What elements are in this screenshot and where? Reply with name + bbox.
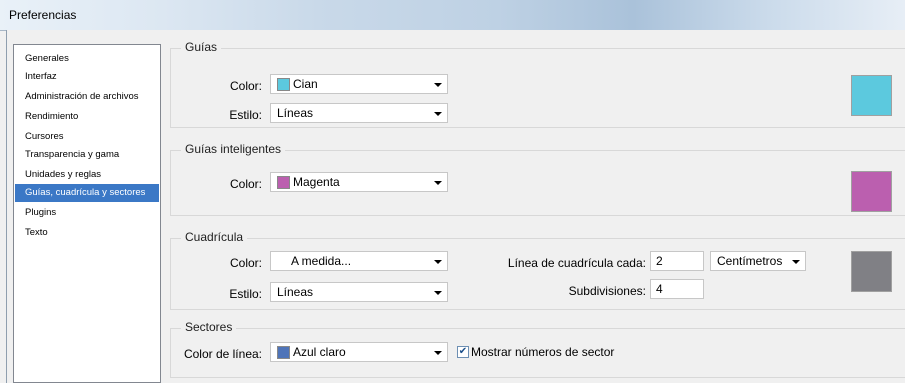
mostrar-numeros-sector-checkbox[interactable]: ✔ bbox=[457, 346, 469, 358]
sectores-legend: Sectores bbox=[181, 320, 237, 334]
sidebar-item-unidades-reglas[interactable]: Unidades y reglas bbox=[15, 166, 159, 184]
linea-cuadricula-input[interactable]: 2 bbox=[650, 251, 704, 271]
cuadricula-estilo-value: Líneas bbox=[277, 285, 314, 299]
cuadricula-color-label: Color: bbox=[229, 256, 262, 270]
azul-claro-swatch-icon bbox=[277, 346, 290, 359]
guias-estilo-label: Estilo: bbox=[229, 108, 262, 122]
cuadricula-color-select[interactable]: A medida... bbox=[270, 251, 448, 271]
title-bar: Preferencias bbox=[0, 0, 905, 31]
check-icon: ✔ bbox=[458, 346, 468, 357]
sectores-color-value: Azul claro bbox=[293, 345, 346, 359]
cuadricula-unidad-value: Centímetros bbox=[717, 254, 783, 268]
guias-color-label: Color: bbox=[229, 79, 262, 93]
magenta-swatch-icon bbox=[277, 176, 290, 189]
cuadricula-legend: Cuadrícula bbox=[181, 230, 248, 244]
dropdown-arrow-icon bbox=[792, 260, 800, 264]
dropdown-arrow-icon bbox=[434, 291, 442, 295]
dropdown-arrow-icon bbox=[434, 112, 442, 116]
guias-inteligentes-color-value: Magenta bbox=[293, 175, 340, 189]
cuadricula-estilo-select[interactable]: Líneas bbox=[270, 282, 448, 302]
guias-estilo-value: Líneas bbox=[277, 106, 314, 120]
linea-cuadricula-label: Línea de cuadrícula cada: bbox=[507, 256, 646, 270]
cian-swatch-icon bbox=[277, 78, 290, 91]
guias-legend: Guías bbox=[181, 40, 222, 54]
cuadricula-estilo-label: Estilo: bbox=[229, 287, 262, 301]
guias-inteligentes-color-preview[interactable] bbox=[851, 171, 892, 212]
cuadricula-unidad-select[interactable]: Centímetros bbox=[710, 251, 806, 271]
sidebar-item-administracion-archivos[interactable]: Administración de archivos bbox=[15, 88, 159, 106]
guias-estilo-select[interactable]: Líneas bbox=[270, 103, 448, 123]
dropdown-arrow-icon bbox=[434, 181, 442, 185]
sectores-color-label: Color de línea: bbox=[183, 347, 262, 361]
sidebar-item-texto[interactable]: Texto bbox=[15, 224, 159, 242]
guias-inteligentes-legend: Guías inteligentes bbox=[181, 142, 286, 156]
dropdown-arrow-icon bbox=[434, 260, 442, 264]
guias-color-preview[interactable] bbox=[851, 75, 892, 116]
cuadricula-color-preview[interactable] bbox=[851, 251, 892, 292]
sidebar-item-generales[interactable]: Generales bbox=[15, 50, 159, 68]
sidebar-item-guias-cuadricula-sectores[interactable]: Guías, cuadrícula y sectores bbox=[15, 184, 159, 202]
preferences-sidebar: Generales Interfaz Administración de arc… bbox=[13, 44, 161, 383]
sidebar-item-cursores[interactable]: Cursores bbox=[15, 128, 159, 146]
sectores-color-select[interactable]: Azul claro bbox=[270, 342, 448, 362]
cuadricula-color-value: A medida... bbox=[291, 254, 352, 268]
guias-color-select[interactable]: Cian bbox=[270, 74, 448, 94]
sidebar-item-plugins[interactable]: Plugins bbox=[15, 204, 159, 222]
dropdown-arrow-icon bbox=[434, 351, 442, 355]
subdivisiones-label: Subdivisiones: bbox=[568, 284, 646, 298]
guias-color-value: Cian bbox=[293, 77, 318, 91]
dropdown-arrow-icon bbox=[434, 83, 442, 87]
mostrar-numeros-sector-label[interactable]: Mostrar números de sector bbox=[471, 345, 614, 359]
sidebar-item-transparencia-gama[interactable]: Transparencia y gama bbox=[15, 146, 159, 164]
sidebar-item-interfaz[interactable]: Interfaz bbox=[15, 68, 159, 86]
guias-inteligentes-color-select[interactable]: Magenta bbox=[270, 172, 448, 192]
subdivisiones-input[interactable]: 4 bbox=[650, 279, 704, 299]
window-title: Preferencias bbox=[9, 8, 77, 22]
guias-inteligentes-color-label: Color: bbox=[229, 177, 262, 191]
sidebar-item-rendimiento[interactable]: Rendimiento bbox=[15, 108, 159, 126]
